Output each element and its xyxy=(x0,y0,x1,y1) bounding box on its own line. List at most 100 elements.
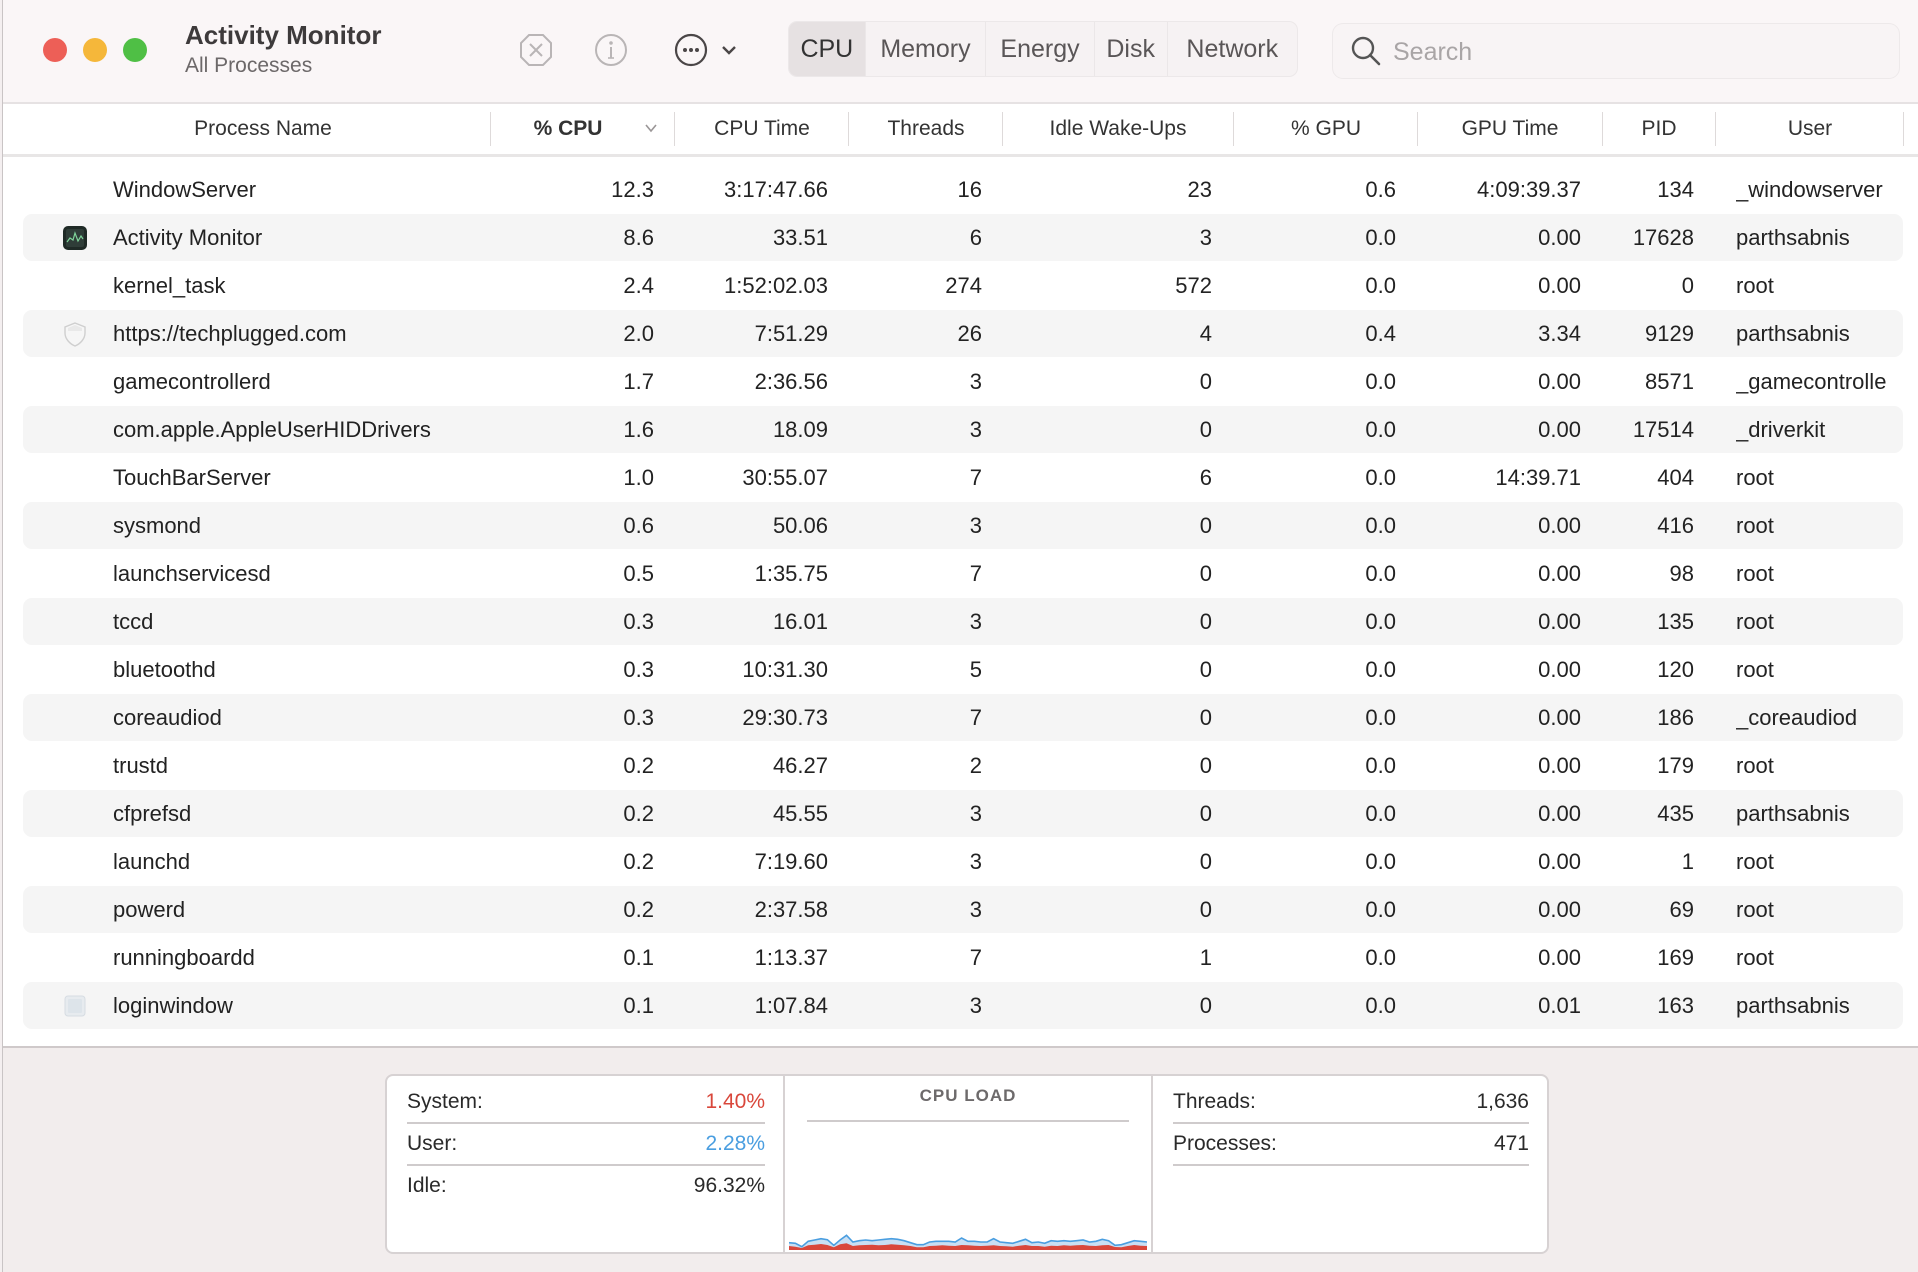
tab-cpu[interactable]: CPU xyxy=(789,22,866,76)
user-cell: root xyxy=(1736,465,1774,490)
column-header-cpu[interactable]: % CPU xyxy=(493,104,643,154)
threads-cell: 3 xyxy=(969,897,982,922)
chevron-down-icon[interactable] xyxy=(719,42,739,58)
column-header-pid[interactable]: PID xyxy=(1603,104,1715,154)
sort-descending-icon[interactable] xyxy=(643,120,659,136)
user-cell: root xyxy=(1736,609,1774,634)
window-title: Activity Monitor xyxy=(185,20,382,50)
cpu-percent-cell: 2.0 xyxy=(623,321,654,346)
pid-cell: 404 xyxy=(1657,465,1694,490)
pid-cell: 8571 xyxy=(1645,369,1694,394)
process-row[interactable]: kernel_task 2.4 1:52:02.03 274 572 0.0 0.00 0 ro… xyxy=(23,262,1903,309)
threads-cell: 7 xyxy=(969,945,982,970)
cpu-percent-cell: 0.2 xyxy=(623,753,654,778)
search-field[interactable]: Search xyxy=(1333,24,1899,78)
threads-cell: 7 xyxy=(969,705,982,730)
cpu-usage-breakdown: System: 1.40% User: 2.28% Idle: 96.32% xyxy=(387,1076,785,1252)
process-row[interactable]: loginwindow 0.1 1:07.84 3 0 0.0 0.01 163 parthsa… xyxy=(23,982,1903,1029)
gpu-percent-cell: 0.0 xyxy=(1365,513,1396,538)
threads-cell: 274 xyxy=(945,273,982,298)
minimize-window-button[interactable] xyxy=(83,38,107,62)
search-input[interactable]: Search xyxy=(1393,38,1472,67)
gpu-percent-cell: 0.0 xyxy=(1365,609,1396,634)
zoom-window-button[interactable] xyxy=(123,38,147,62)
cpu-percent-cell: 0.6 xyxy=(623,513,654,538)
process-row[interactable]: powerd 0.2 2:37.58 3 0 0.0 0.00 69 root xyxy=(23,886,1903,933)
idle-wake-ups-cell: 1 xyxy=(1199,945,1212,970)
column-header-idle-wake-ups[interactable]: Idle Wake-Ups xyxy=(1003,104,1233,154)
gpu-percent-cell: 0.4 xyxy=(1365,321,1396,346)
threads-cell: 7 xyxy=(969,561,982,586)
user-cell: parthsabnis xyxy=(1736,321,1850,346)
cpu-percent-cell: 0.3 xyxy=(623,657,654,682)
search-icon xyxy=(1351,36,1381,66)
process-row[interactable]: cfprefsd 0.2 45.55 3 0 0.0 0.00 435 parthsabnis xyxy=(23,790,1903,837)
process-row[interactable]: Activity Monitor 8.6 33.51 6 3 0.0 0.00 17628 pa… xyxy=(23,214,1903,261)
close-window-button[interactable] xyxy=(43,38,67,62)
column-header-cpu-time[interactable]: CPU Time xyxy=(675,104,849,154)
threads-cell: 3 xyxy=(969,849,982,874)
user-cell: root xyxy=(1736,849,1774,874)
pid-cell: 435 xyxy=(1657,801,1694,826)
process-row[interactable]: TouchBarServer 1.0 30:55.07 7 6 0.0 14:39.71 40… xyxy=(23,454,1903,501)
idle-label: Idle: xyxy=(407,1174,447,1197)
threads-stat: Threads: 1,636 xyxy=(1173,1082,1529,1124)
title-bar: Activity Monitor All Processes CPU Memor… xyxy=(3,0,1918,104)
threads-cell: 7 xyxy=(969,465,982,490)
column-divider[interactable] xyxy=(490,112,491,146)
idle-wake-ups-cell: 0 xyxy=(1199,801,1212,826)
process-row[interactable]: coreaudiod 0.3 29:30.73 7 0 0.0 0.00 186 _coreau… xyxy=(23,694,1903,741)
gpu-percent-cell: 0.0 xyxy=(1365,465,1396,490)
process-row[interactable]: tccd 0.3 16.01 3 0 0.0 0.00 135 root xyxy=(23,598,1903,645)
threads-cell: 3 xyxy=(969,417,982,442)
cpu-load-chart xyxy=(789,1234,1147,1250)
window-subtitle[interactable]: All Processes xyxy=(185,54,312,78)
pid-cell: 69 xyxy=(1669,897,1694,922)
column-header-gpu-time[interactable]: GPU Time xyxy=(1418,104,1602,154)
column-header-user[interactable]: User xyxy=(1716,104,1904,154)
column-header-threads[interactable]: Threads xyxy=(849,104,1003,154)
gpu-percent-cell: 0.0 xyxy=(1365,897,1396,922)
idle-wake-ups-cell: 572 xyxy=(1175,273,1212,298)
process-row[interactable]: sysmond 0.6 50.06 3 0 0.0 0.00 416 root xyxy=(23,502,1903,549)
process-row[interactable]: trustd 0.2 46.27 2 0 0.0 0.00 179 root xyxy=(23,742,1903,789)
info-icon[interactable] xyxy=(593,32,629,68)
idle-wake-ups-cell: 0 xyxy=(1199,705,1212,730)
tab-network[interactable]: Network xyxy=(1168,22,1297,76)
processes-value: 471 xyxy=(1493,1132,1529,1155)
pid-cell: 135 xyxy=(1657,609,1694,634)
pid-cell: 186 xyxy=(1657,705,1694,730)
process-row[interactable]: bluetoothd 0.3 10:31.30 5 0 0.0 0.00 120 root xyxy=(23,646,1903,693)
process-row[interactable]: https://techplugged.com 2.0 7:51.29 26 4 0.4 3… xyxy=(23,310,1903,357)
pid-cell: 17628 xyxy=(1632,225,1694,250)
column-divider[interactable] xyxy=(1903,112,1904,146)
user-cell: parthsabnis xyxy=(1736,225,1850,250)
threads-cell: 3 xyxy=(969,993,982,1018)
tab-energy[interactable]: Energy xyxy=(986,22,1095,76)
process-row[interactable]: gamecontrollerd 1.7 2:36.56 3 0 0.0 0.00 8571 _g… xyxy=(23,358,1903,405)
process-row[interactable]: launchservicesd 0.5 1:35.75 7 0 0.0 0.00 98 root xyxy=(23,550,1903,597)
user-cell: root xyxy=(1736,561,1774,586)
process-row[interactable]: runningboardd 0.1 1:13.37 7 1 0.0 0.00 169 root xyxy=(23,934,1903,981)
stop-process-icon[interactable] xyxy=(518,32,554,68)
loginwindow-app-icon xyxy=(64,995,86,1017)
process-row[interactable]: launchd 0.2 7:19.60 3 0 0.0 0.00 1 root xyxy=(23,838,1903,885)
idle-wake-ups-cell: 0 xyxy=(1199,417,1212,442)
processes-stat: Processes: 471 xyxy=(1173,1124,1529,1166)
tab-disk[interactable]: Disk xyxy=(1095,22,1168,76)
process-row[interactable]: WindowServer 12.3 3:17:47.66 16 23 0.6 4:09:39… xyxy=(23,166,1903,213)
more-actions-icon[interactable] xyxy=(673,32,709,68)
idle-wake-ups-cell: 0 xyxy=(1199,369,1212,394)
gpu-percent-cell: 0.0 xyxy=(1365,801,1396,826)
gpu-percent-cell: 0.0 xyxy=(1365,369,1396,394)
process-row[interactable]: com.apple.AppleUserHIDDrivers 1.6 18.09 3 0 0… xyxy=(23,406,1903,453)
threads-cell: 3 xyxy=(969,801,982,826)
column-header-gpu[interactable]: % GPU xyxy=(1234,104,1418,154)
column-header-process-name[interactable]: Process Name xyxy=(43,104,483,154)
gpu-percent-cell: 0.0 xyxy=(1365,753,1396,778)
threads-cell: 26 xyxy=(957,321,982,346)
user-cell: _windowserver xyxy=(1736,177,1883,202)
user-cell: root xyxy=(1736,897,1774,922)
tab-memory[interactable]: Memory xyxy=(866,22,987,76)
pid-cell: 416 xyxy=(1657,513,1694,538)
